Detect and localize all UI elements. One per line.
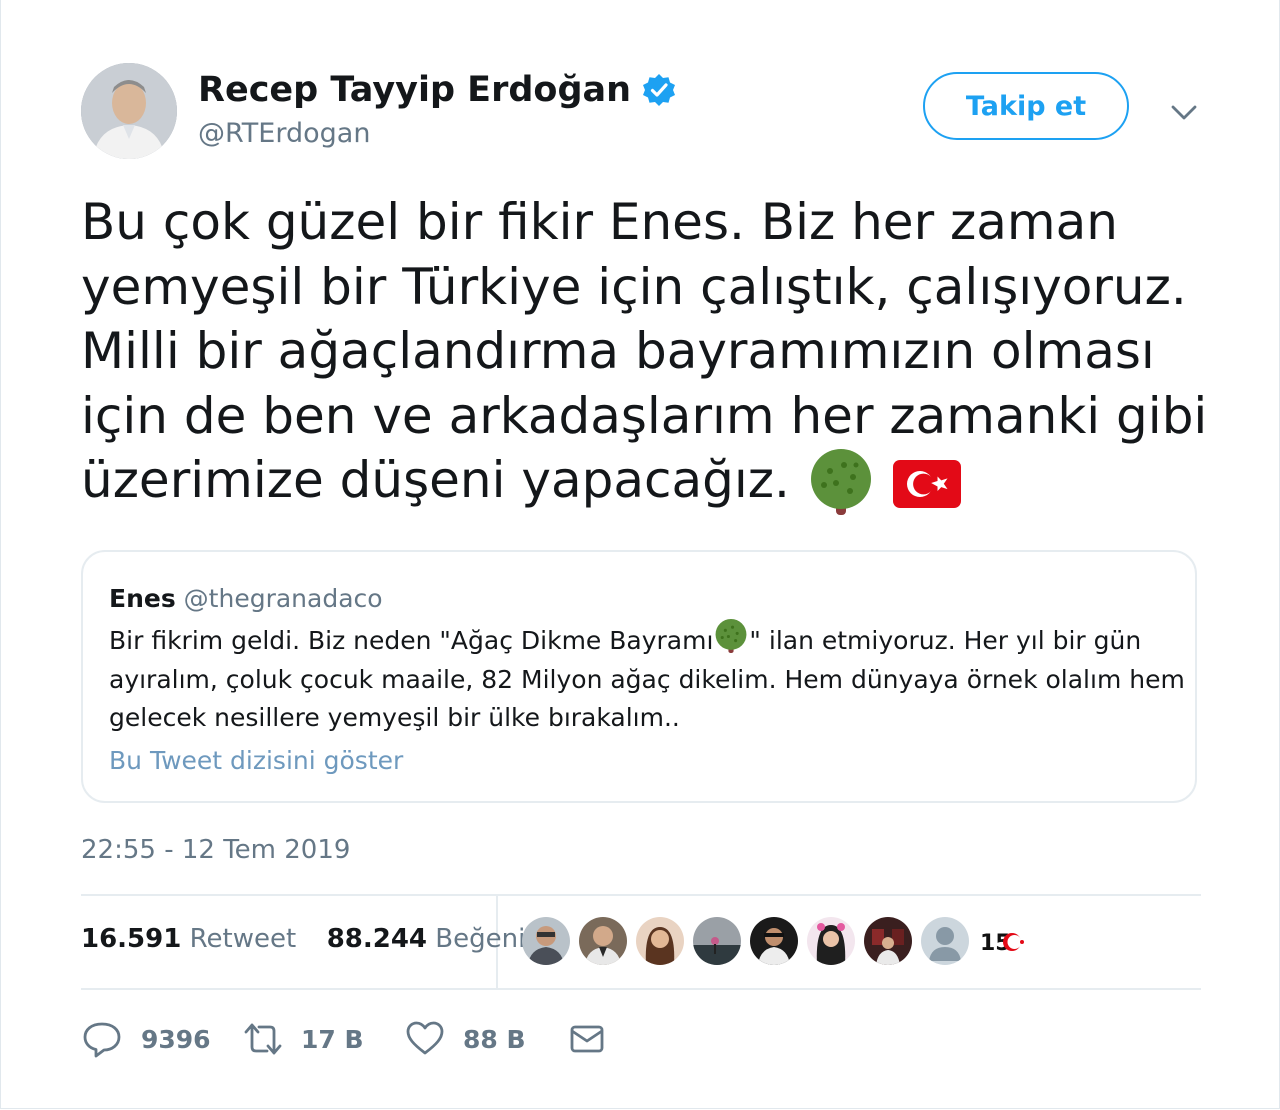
avatar[interactable] [522,917,570,965]
avatar[interactable] [750,917,798,965]
quoted-text-part: Bir fikrim geldi. Biz neden "Ağaç Dikme … [109,626,714,655]
tweet-line: yemyeşil bir Türkiye için çalıştık, çalı… [81,257,1187,316]
quoted-tweet-text: Bir fikrim geldi. Biz neden "Ağaç Dikme … [109,619,1189,738]
like-stat[interactable]: 88.244 Beğeni [327,924,526,954]
show-thread-link[interactable]: Bu Tweet dizisini göster [109,746,403,775]
divider [81,894,1201,896]
chevron-down-icon[interactable] [1168,98,1200,126]
tweet-timestamp[interactable]: 22:55 - 12 Tem 2019 [81,835,350,865]
tweet-line: Milli bir ağaçlandırma bayramımızın olma… [81,322,1155,380]
reply-icon [83,1022,121,1058]
quoted-author: Enes @thegranadaco [109,584,383,613]
reply-count: 9396 [141,1024,211,1054]
avatar[interactable] [636,917,684,965]
deciduous-tree-emoji [715,619,747,653]
avatar[interactable] [693,917,741,965]
like-button[interactable]: 88 B [405,1019,567,1059]
retweet-button[interactable]: 17 B [243,1019,405,1059]
tweet-text: Bu çok güzel bir fikir Enes. Biz her zam… [81,190,1211,519]
envelope-icon [570,1025,604,1053]
heart-icon [406,1021,444,1055]
avatar[interactable] [579,917,627,965]
direct-message-button[interactable] [567,1019,625,1059]
follow-button[interactable]: Takip et [923,72,1129,140]
tweet-actions: 9396 17 B 88 B [81,1017,625,1061]
retweet-icon [244,1023,282,1055]
retweet-stat-label: Retweet [189,924,297,954]
author-name[interactable]: Recep Tayyip Erdoğan [198,70,677,110]
quoted-author-name: Enes [109,584,176,613]
deciduous-tree-emoji [810,448,871,515]
tweet-stats: 16.591 Retweet 88.244 Beğeni [81,924,525,954]
turkey-flag-emoji [892,459,961,508]
author-handle[interactable]: @RTErdogan [198,118,370,149]
like-count: 88.244 [326,924,428,954]
verified-badge-icon [643,74,676,106]
like-stat-label: Beğeni [435,924,526,954]
quoted-tweet-card[interactable]: Enes @thegranadaco Bir fikrim geldi. Biz… [81,550,1197,803]
avatar[interactable]: 15 [978,917,1026,965]
reply-button[interactable]: 9396 [81,1019,243,1059]
divider [81,988,1201,990]
quoted-author-handle: @thegranadaco [183,584,383,613]
tweet-line: üzerimize düşeni yapacağız. [81,451,790,509]
author-avatar[interactable] [81,63,177,159]
retweet-count: 16.591 [81,924,182,954]
tweet-line: Bu çok güzel bir fikir Enes. Biz her zam… [81,193,1118,251]
avatar[interactable] [921,917,969,965]
retweet-stat[interactable]: 16.591 Retweet [81,924,296,954]
like-action-count: 88 B [463,1024,526,1054]
liker-avatars: 15 [522,917,1026,965]
avatar[interactable] [864,917,912,965]
author-name-text: Recep Tayyip Erdoğan [198,70,632,110]
tweet-line: için de ben ve arkadaşlarım her zamanki … [81,386,1208,445]
retweet-action-count: 17 B [301,1024,364,1054]
avatar[interactable] [807,917,855,965]
